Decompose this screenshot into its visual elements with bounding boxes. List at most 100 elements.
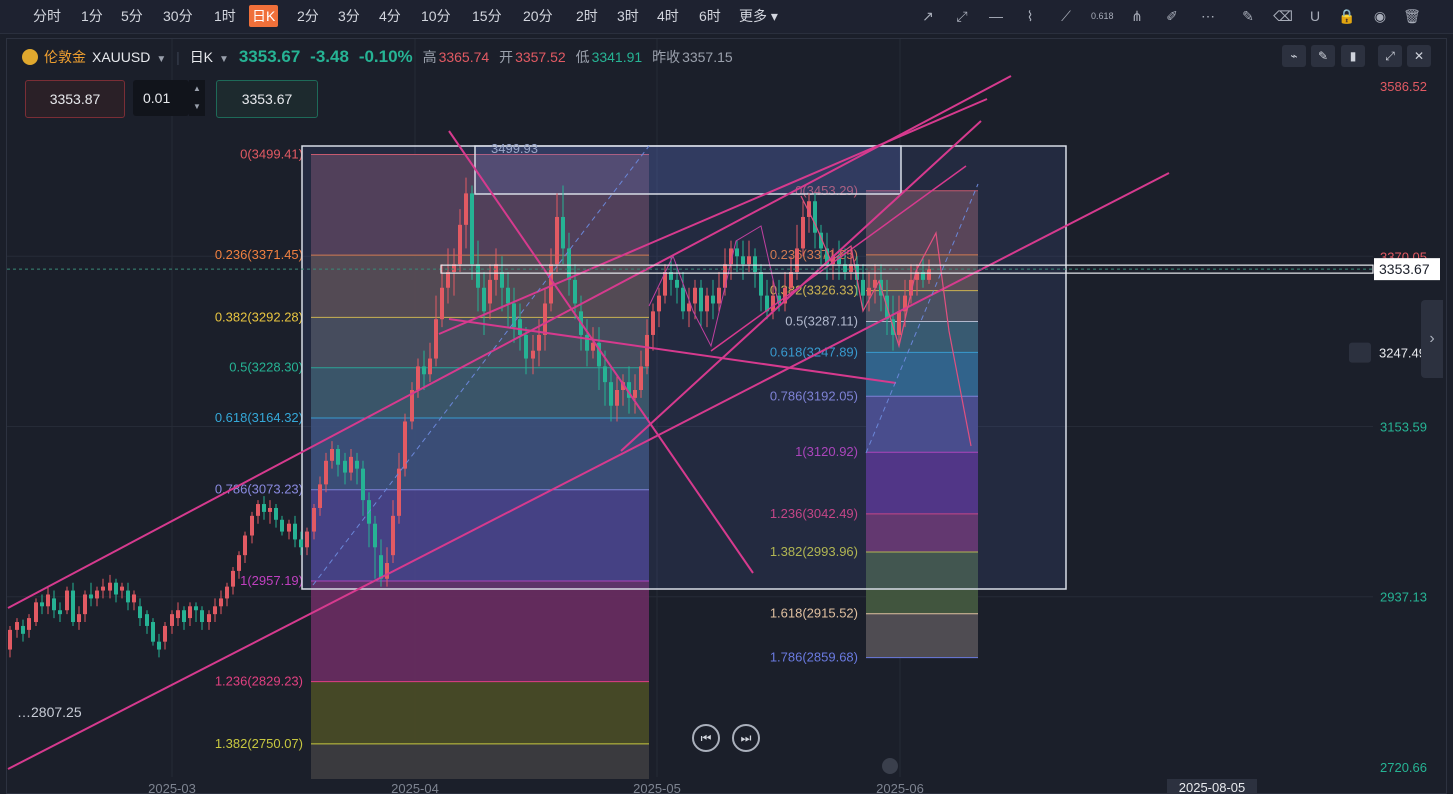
brush-icon[interactable]: ⟋ [1056, 6, 1076, 26]
chevron-down-icon[interactable]: ▼ [219, 54, 229, 65]
candle-body-105 [651, 311, 655, 335]
candle-body-45 [287, 523, 291, 532]
candle-body-80 [500, 272, 504, 288]
more-tools-icon[interactable]: ⋯ [1198, 6, 1218, 26]
period-label[interactable]: 日K [190, 49, 213, 65]
candle-body-73 [458, 224, 462, 265]
price-tick-0: 3586.52 [1380, 79, 1427, 94]
step-up-icon[interactable]: ▲ [189, 80, 205, 98]
low-label: 低 [575, 49, 590, 65]
timeframe-3[interactable]: 30分 [160, 5, 196, 27]
open-value: 3357.52 [515, 49, 566, 65]
timeframe-12[interactable]: 2时 [573, 5, 601, 27]
candle-body-50 [318, 484, 322, 508]
timeframe-1[interactable]: 1分 [78, 5, 106, 27]
candle-body-76 [476, 264, 480, 288]
candle-body-125 [771, 295, 775, 312]
kline-chart[interactable]: 0(3499.41) 0.236(3371.45) 0.382(3292.28) 0.… [7, 39, 1446, 793]
magnet-icon[interactable]: U [1305, 6, 1325, 26]
polyline-icon[interactable]: ⌇ [1020, 6, 1040, 26]
candle-body-47 [299, 539, 303, 548]
candle-body-18 [120, 586, 124, 591]
time-cursor-label: 2025-08-05 [1179, 780, 1246, 793]
price-change-pct: -0.10% [358, 47, 413, 66]
close-icon[interactable]: ✕ [1407, 45, 1431, 67]
highlighter-icon[interactable]: ✐ [1162, 6, 1182, 26]
step-down-icon[interactable]: ▼ [189, 98, 205, 116]
symbol-code[interactable]: XAUUSD [92, 49, 150, 65]
candle-body-113 [699, 287, 703, 312]
candle-body-120 [741, 256, 745, 265]
timeframe-6[interactable]: 2分 [294, 5, 322, 27]
expand-panel-icon[interactable]: › [1421, 300, 1443, 378]
timeframe-0[interactable]: 分时 [30, 5, 64, 27]
candle-body-129 [795, 248, 799, 273]
fullscreen-icon[interactable]: ⤢ [1378, 45, 1402, 67]
candle-body-48 [305, 531, 309, 548]
price-tick-3: 2937.13 [1380, 590, 1427, 605]
ray-line-icon[interactable]: ↗ [918, 6, 938, 26]
eraser-icon[interactable]: ⌫ [1273, 6, 1293, 26]
quantity-input[interactable]: 0.01 [133, 80, 189, 116]
candle-body-75 [470, 193, 474, 265]
timeframe-15[interactable]: 6时 [696, 5, 724, 27]
candle-body-40 [256, 504, 260, 516]
candle-body-4 [34, 602, 38, 623]
candle-body-39 [250, 515, 254, 536]
jump-end-icon[interactable]: ⏭ [732, 724, 760, 752]
candle-body-8 [58, 610, 62, 615]
candle-body-46 [293, 523, 297, 540]
timeframe-2[interactable]: 5分 [118, 5, 146, 27]
fib-left-zone-7 [311, 681, 649, 744]
timeframe-16[interactable]: 更多 ▾ [736, 5, 781, 27]
timeframe-7[interactable]: 3分 [335, 5, 363, 27]
draw-icon[interactable]: ✎ [1311, 45, 1335, 67]
symbol-name[interactable]: 伦敦金 [44, 49, 86, 65]
candle-body-22 [145, 614, 149, 626]
chevron-down-icon[interactable]: ▼ [156, 54, 166, 65]
timeframe-4[interactable]: 1时 [211, 5, 239, 27]
timeframe-10[interactable]: 15分 [469, 5, 505, 27]
sell-price-button[interactable]: 3353.87 [25, 80, 125, 118]
jump-start-icon[interactable]: ⏮ [692, 724, 720, 752]
eye-icon[interactable]: ◉ [1370, 6, 1390, 26]
horizontal-line-icon[interactable]: — [986, 6, 1006, 26]
fib-left-label-4: 0.618(3164.32) [215, 410, 303, 425]
timeframe-14[interactable]: 4时 [654, 5, 682, 27]
extended-line-icon[interactable]: ⤢ [952, 6, 972, 26]
candle-body-123 [759, 272, 763, 296]
candle-body-121 [747, 256, 751, 265]
candle-body-44 [280, 519, 284, 532]
candle-type-icon[interactable]: ▮ [1341, 45, 1365, 67]
candle-body-59 [373, 523, 377, 548]
lock-icon[interactable]: 🔒 [1337, 6, 1357, 26]
time-tick-0: 2025-03 [148, 781, 196, 793]
candle-body-70 [440, 287, 444, 320]
candle-body-97 [603, 366, 607, 383]
time-tick-2: 2025-05 [633, 781, 681, 793]
timeframe-11[interactable]: 20分 [520, 5, 556, 27]
quantity-stepper[interactable]: ▲ ▼ [189, 80, 205, 116]
indicator-icon[interactable]: ⌁ [1282, 45, 1306, 67]
timeframe-8[interactable]: 4分 [376, 5, 404, 27]
trash-icon[interactable]: 🗑 [1402, 6, 1422, 26]
fib-left-label-6: 1(2957.19) [240, 573, 303, 588]
timeframe-13[interactable]: 3时 [614, 5, 642, 27]
candle-body-64 [403, 421, 407, 469]
timeframe-9[interactable]: 10分 [418, 5, 454, 27]
edit-icon[interactable]: ✎ [1238, 6, 1258, 26]
candle-body-62 [391, 515, 395, 556]
fan-icon[interactable]: ⋔ [1127, 6, 1147, 26]
candle-body-79 [494, 264, 498, 280]
candle-body-33 [213, 606, 217, 615]
buy-price-button[interactable]: 3353.67 [216, 80, 318, 118]
fibonacci-icon[interactable]: 0.618 [1091, 6, 1114, 26]
candle-body-83 [518, 319, 522, 335]
fib-left-zone-6 [311, 580, 649, 682]
low-value: 3341.91 [591, 49, 643, 65]
alert-bell-icon [1349, 342, 1371, 363]
timeframe-5[interactable]: 日K [249, 5, 279, 27]
chart-area[interactable]: 0(3499.41) 0.236(3371.45) 0.382(3292.28) 0.… [6, 38, 1447, 794]
candle-body-151 [927, 268, 931, 280]
candle-body-28 [182, 610, 186, 623]
